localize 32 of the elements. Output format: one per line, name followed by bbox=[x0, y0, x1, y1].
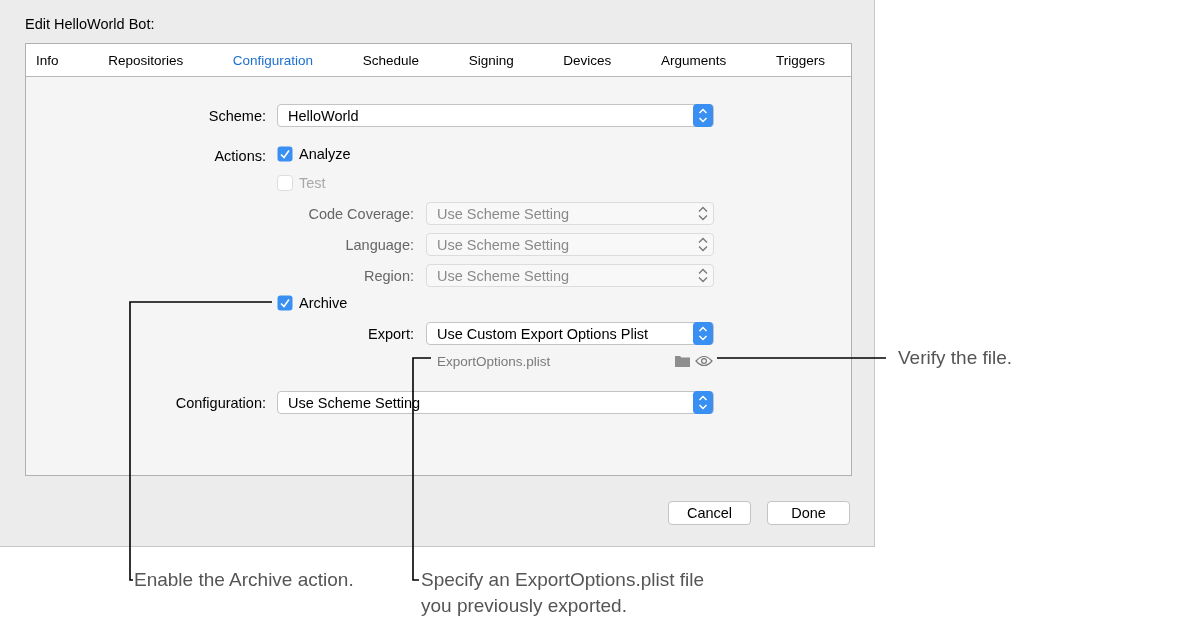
tab[interactable]: Info bbox=[36, 44, 59, 76]
field-label: Actions: bbox=[213, 148, 267, 164]
checkbox-label[interactable]: Archive bbox=[299, 295, 348, 311]
tab[interactable]: Repositories bbox=[108, 44, 184, 76]
dialog-button[interactable]: Cancel bbox=[668, 501, 751, 525]
tab[interactable]: Configuration bbox=[232, 44, 314, 76]
tab[interactable]: Triggers bbox=[775, 44, 825, 76]
tab[interactable]: Schedule bbox=[362, 44, 420, 76]
tab[interactable]: Signing bbox=[468, 44, 514, 76]
checkbox-label[interactable]: Analyze bbox=[299, 146, 351, 162]
field-label: Region: bbox=[363, 267, 415, 284]
file-name: ExportOptions.plist bbox=[437, 353, 551, 369]
field-label: Scheme: bbox=[207, 107, 267, 124]
field-label: Configuration: bbox=[174, 394, 267, 411]
checkbox[interactable] bbox=[277, 146, 293, 162]
callout-text: Specify an ExportOptions.plist file you previously exported. bbox=[421, 568, 706, 618]
checkbox[interactable] bbox=[277, 295, 293, 311]
dialog-button[interactable]: Done bbox=[767, 501, 850, 525]
dialog-title: Edit HelloWorld Bot: bbox=[25, 15, 155, 34]
tab[interactable]: Arguments bbox=[661, 44, 727, 76]
popup-button[interactable]: HelloWorld bbox=[277, 104, 714, 127]
stepper-icon bbox=[693, 104, 713, 127]
callout-text: Verify the file. bbox=[898, 346, 1014, 370]
folder-icon[interactable] bbox=[675, 355, 690, 367]
tab[interactable]: Devices bbox=[563, 44, 612, 76]
field-label: Export: bbox=[367, 325, 415, 342]
field-label: Code Coverage: bbox=[307, 205, 415, 222]
eye-icon[interactable] bbox=[695, 355, 713, 367]
field-label: Language: bbox=[344, 236, 415, 253]
stepper-icon bbox=[693, 391, 713, 414]
stepper-icon bbox=[693, 322, 713, 345]
popup-button[interactable]: Use Custom Export Options Plist bbox=[426, 322, 714, 345]
